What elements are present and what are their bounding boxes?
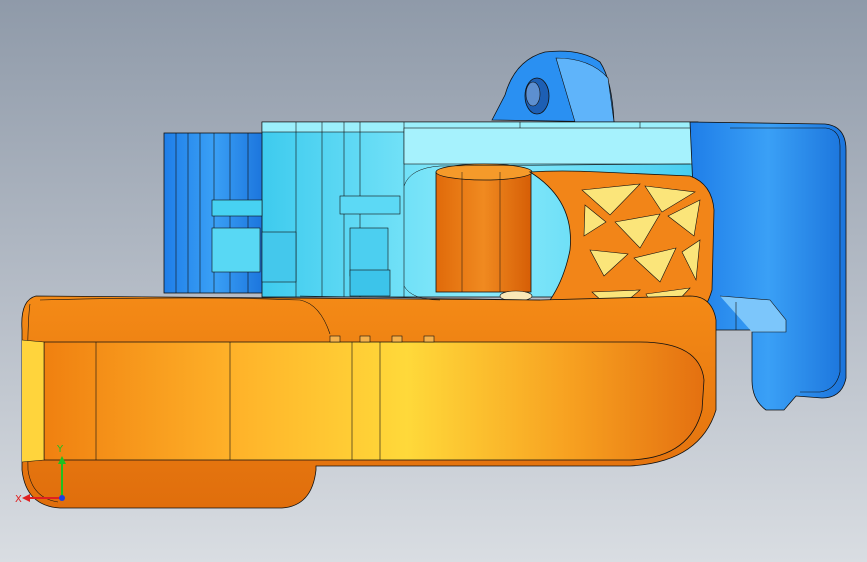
- z-axis-dot-icon: [59, 495, 65, 501]
- y-axis-arrow-icon: [58, 456, 66, 464]
- coordinate-triad: X Y: [15, 444, 66, 505]
- x-axis-arrow-icon: [22, 494, 30, 502]
- lower-bracket[interactable]: [21, 295, 717, 509]
- 3d-model[interactable]: [0, 0, 867, 562]
- cad-3d-viewport[interactable]: X Y: [0, 0, 867, 562]
- y-axis-label: Y: [56, 444, 64, 455]
- x-axis-label: X: [15, 494, 22, 505]
